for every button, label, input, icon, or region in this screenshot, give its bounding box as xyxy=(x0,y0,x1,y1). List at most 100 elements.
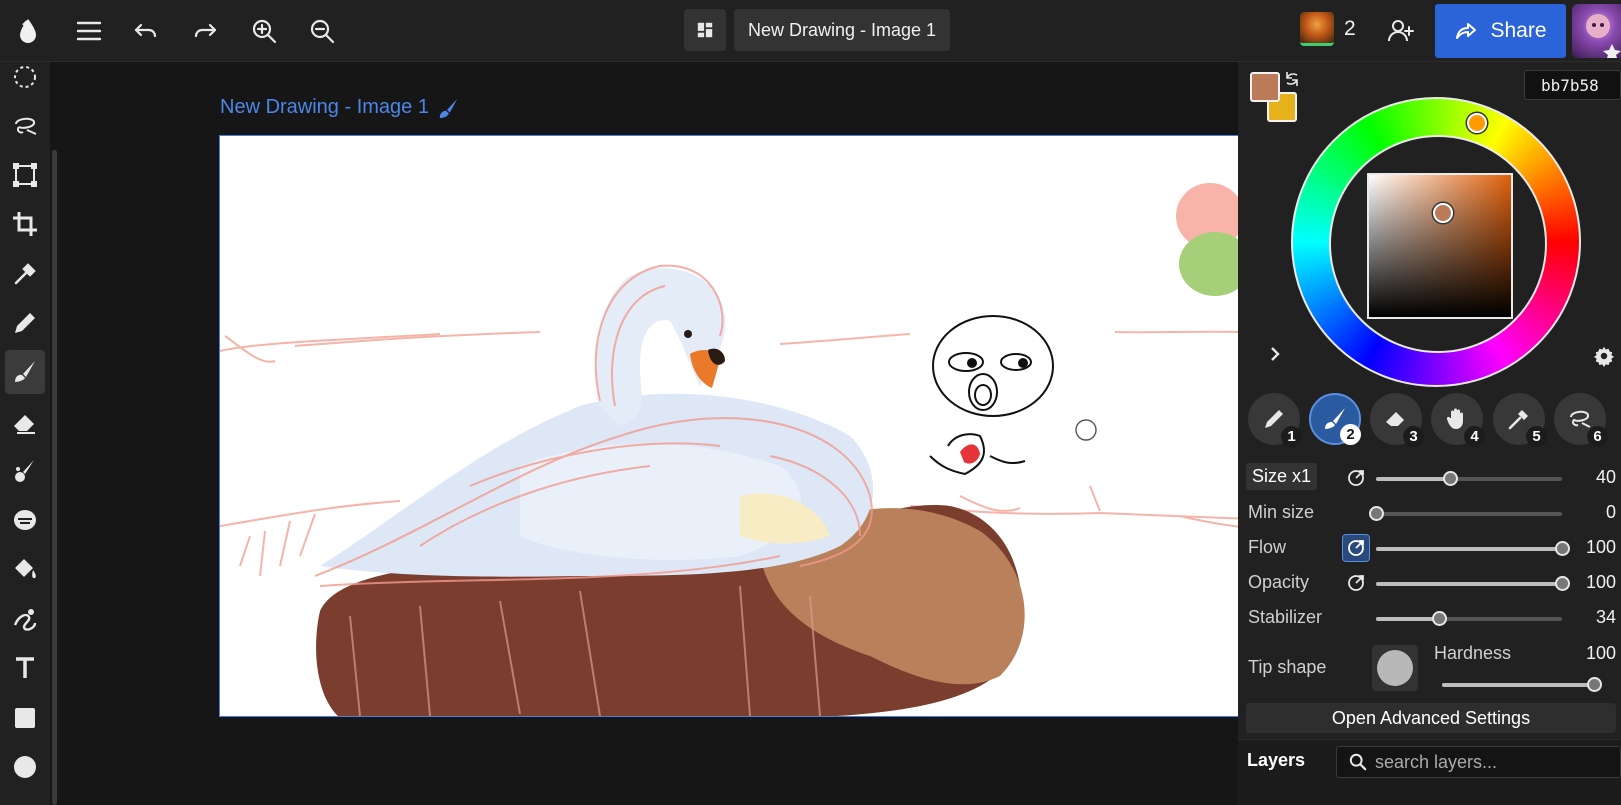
brush-preset-eraser[interactable]: 3 xyxy=(1370,393,1424,447)
tip-shape-button[interactable] xyxy=(1372,645,1418,691)
search-icon xyxy=(1349,753,1367,771)
opacity-pressure-icon[interactable] xyxy=(1342,569,1370,597)
user-avatar[interactable] xyxy=(1572,4,1621,58)
drawing-artwork xyxy=(220,183,1238,716)
brush-preset-lasso[interactable]: 6 xyxy=(1554,393,1608,447)
chevron-right-icon[interactable] xyxy=(1266,345,1284,363)
app-logo-icon[interactable] xyxy=(8,11,48,51)
document-label[interactable]: New Drawing - Image 1 xyxy=(220,96,459,119)
document-label-text: New Drawing - Image 1 xyxy=(220,96,429,118)
size-pressure-icon[interactable] xyxy=(1342,464,1370,492)
hardness-label: Hardness xyxy=(1434,643,1512,663)
stabilizer-slider-thumb[interactable] xyxy=(1432,611,1448,626)
brush-preset-eyedropper[interactable]: 5 xyxy=(1493,393,1547,447)
rectangle-icon[interactable] xyxy=(5,696,45,740)
share-arrow-icon xyxy=(1456,23,1477,39)
hardness-row: Hardness 100 xyxy=(1434,639,1616,669)
tool-bar xyxy=(0,62,50,805)
fill-bucket-icon[interactable] xyxy=(5,547,45,591)
toolbar-scrollbar[interactable] xyxy=(52,150,57,805)
share-label: Share xyxy=(1490,19,1547,42)
undo-icon[interactable] xyxy=(126,11,166,51)
min-size-row: Min size 0 xyxy=(1246,498,1616,528)
transform-icon[interactable] xyxy=(5,153,45,197)
redo-icon[interactable] xyxy=(185,11,225,51)
document-switcher: New Drawing - Image 1 xyxy=(684,9,951,51)
opacity-slider[interactable] xyxy=(1376,576,1570,591)
menu-icon[interactable] xyxy=(69,11,109,51)
brush-preset-number: 5 xyxy=(1526,426,1547,447)
size-row: Size x1 40 xyxy=(1246,463,1616,493)
min-size-slider-thumb[interactable] xyxy=(1369,506,1384,521)
brush-preset-number: 2 xyxy=(1340,424,1361,445)
brush-preset-hand[interactable]: 4 xyxy=(1431,393,1485,447)
stabilizer-value: 34 xyxy=(1595,607,1616,627)
saturation-value-thumb[interactable] xyxy=(1433,203,1453,223)
hue-thumb[interactable] xyxy=(1467,113,1487,133)
liquify-icon[interactable] xyxy=(5,597,45,641)
collaborator-avatar[interactable] xyxy=(1300,12,1334,46)
brush-preset-number: 4 xyxy=(1464,426,1485,447)
document-title-button[interactable]: New Drawing - Image 1 xyxy=(734,9,951,51)
min-size-slider[interactable] xyxy=(1369,506,1562,521)
flow-label: Flow xyxy=(1248,537,1287,557)
flow-row: Flow 100 xyxy=(1246,533,1616,563)
size-multiplier-button[interactable]: Size x1 xyxy=(1246,463,1318,490)
blur-icon[interactable] xyxy=(5,498,45,542)
crop-icon[interactable] xyxy=(5,202,45,246)
opacity-row: Opacity 100 xyxy=(1246,568,1616,598)
collaborator-count: 2 xyxy=(1344,17,1356,40)
layers-header: Layers xyxy=(1238,739,1621,805)
hex-color-input[interactable]: bb7b58 xyxy=(1524,70,1621,100)
primary-color-swatch[interactable] xyxy=(1250,72,1280,102)
smudge-icon[interactable] xyxy=(5,449,45,493)
brush-panel: bb7b58 1 2 3 4 5 6 Size x1 40 Min size 0… xyxy=(1238,62,1621,805)
hardness-slider-row xyxy=(1434,669,1616,699)
pencil-icon[interactable] xyxy=(5,301,45,345)
brush-preset-number: 1 xyxy=(1281,426,1302,447)
opacity-value: 100 xyxy=(1585,572,1616,592)
app: New Drawing - Image 1 2 Share New Drawin… xyxy=(0,0,1621,805)
size-slider[interactable] xyxy=(1376,471,1562,486)
zoom-in-icon[interactable] xyxy=(244,11,284,51)
layer-search-input[interactable] xyxy=(1375,751,1605,773)
brush-preset-brush[interactable]: 2 xyxy=(1309,393,1361,445)
collaborators[interactable]: 2 xyxy=(1300,12,1356,46)
share-button[interactable]: Share xyxy=(1435,4,1566,58)
lasso-icon[interactable] xyxy=(5,104,45,148)
canvas-area[interactable]: New Drawing - Image 1 xyxy=(60,62,1238,805)
add-user-icon[interactable] xyxy=(1381,11,1421,51)
saturation-value-square[interactable] xyxy=(1367,173,1513,319)
opacity-label: Opacity xyxy=(1248,572,1310,592)
flow-slider[interactable] xyxy=(1376,541,1570,556)
gear-icon[interactable] xyxy=(1593,345,1615,367)
tip-shape-preview xyxy=(1377,650,1413,686)
text-icon[interactable] xyxy=(5,646,45,690)
flow-pressure-icon[interactable] xyxy=(1342,534,1370,562)
paint-brush-icon xyxy=(439,98,458,118)
dashboard-icon[interactable] xyxy=(684,9,726,51)
eyedropper-icon[interactable] xyxy=(5,252,45,296)
size-slider-thumb[interactable] xyxy=(1443,471,1459,486)
brush-preset-number: 6 xyxy=(1587,426,1608,447)
open-advanced-settings-button[interactable]: Open Advanced Settings xyxy=(1246,703,1616,733)
stabilizer-label: Stabilizer xyxy=(1248,607,1323,627)
hardness-slider[interactable] xyxy=(1442,677,1602,692)
layers-title: Layers xyxy=(1247,750,1306,770)
select-ellipse-icon[interactable] xyxy=(5,55,45,99)
flow-value: 100 xyxy=(1585,537,1616,557)
min-size-value: 0 xyxy=(1605,502,1616,522)
hue-ring[interactable] xyxy=(1291,97,1581,387)
zoom-out-icon[interactable] xyxy=(302,11,342,51)
top-bar: New Drawing - Image 1 2 Share xyxy=(0,0,1621,62)
brush-preset-pencil[interactable]: 1 xyxy=(1248,393,1302,447)
size-value: 40 xyxy=(1595,467,1616,487)
layer-search-box[interactable] xyxy=(1336,746,1621,778)
hardness-slider-thumb[interactable] xyxy=(1587,677,1602,692)
brush-tool-icon[interactable] xyxy=(5,350,45,394)
drawing-paper[interactable] xyxy=(219,135,1238,717)
stabilizer-slider[interactable] xyxy=(1376,611,1562,626)
eraser-icon[interactable] xyxy=(5,400,45,444)
swap-colors-icon[interactable] xyxy=(1283,70,1301,88)
ellipse-icon[interactable] xyxy=(5,745,45,789)
